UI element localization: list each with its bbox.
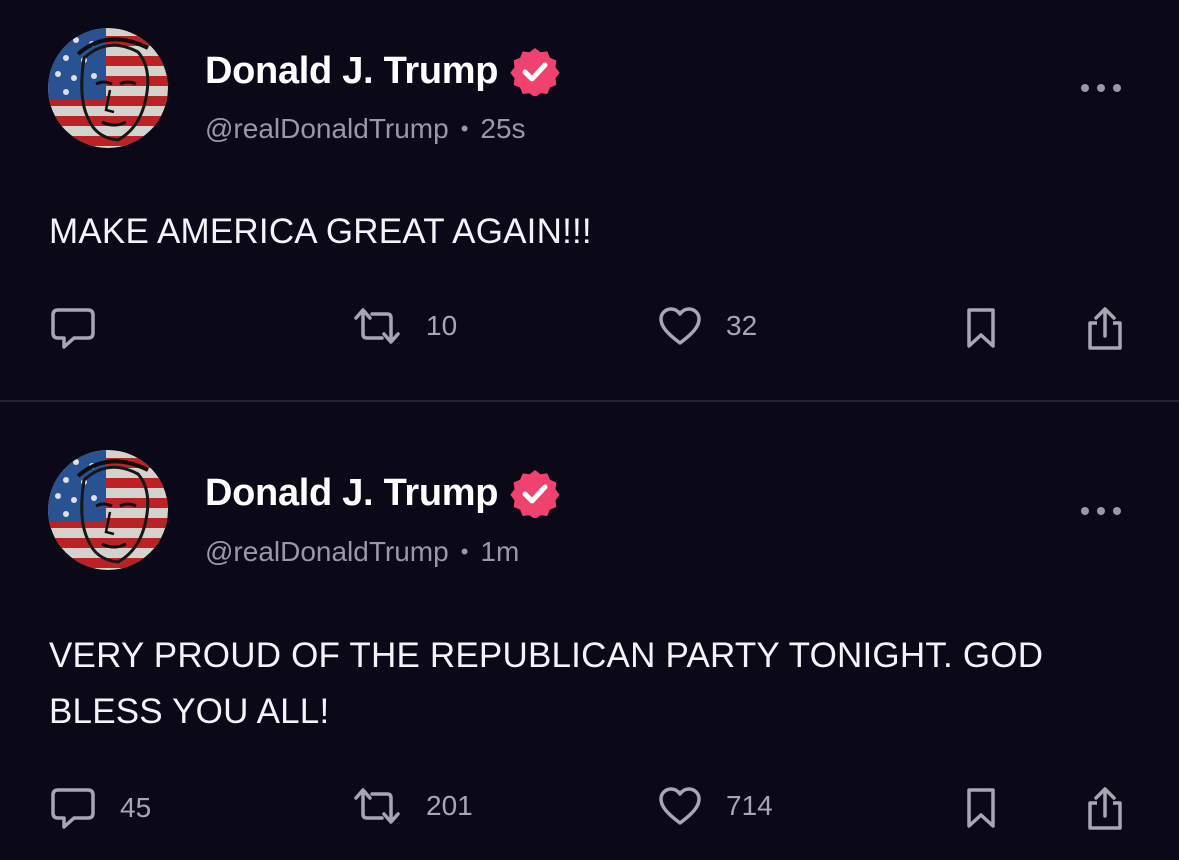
author-row: Donald J. Trump xyxy=(205,468,560,518)
avatar[interactable] xyxy=(48,450,168,570)
author-name[interactable]: Donald J. Trump xyxy=(205,47,499,95)
author-name[interactable]: Donald J. Trump xyxy=(205,469,499,517)
author-row: Donald J. Trump xyxy=(205,46,560,96)
post-text: MAKE AMERICA GREAT AGAIN!!! xyxy=(49,212,592,251)
separator-dot: • xyxy=(460,116,469,141)
share-button[interactable] xyxy=(1084,786,1126,832)
more-options-icon[interactable] xyxy=(1081,505,1121,517)
reply-icon xyxy=(51,788,95,829)
reply-icon xyxy=(51,308,95,349)
separator-dot: • xyxy=(460,539,469,564)
like-icon xyxy=(659,307,701,345)
author-handle[interactable]: @realDonaldTrump xyxy=(205,535,449,569)
post-feed: Donald J. Trump @realDonaldTrump • 25s M… xyxy=(0,0,1179,860)
post-card[interactable]: Donald J. Trump @realDonaldTrump • 1m VE… xyxy=(0,402,1179,860)
like-icon xyxy=(659,787,701,825)
share-icon xyxy=(1088,307,1122,350)
handle-row: @realDonaldTrump • 25s xyxy=(205,112,526,146)
bookmark-icon xyxy=(967,788,995,828)
share-icon xyxy=(1088,787,1122,830)
bookmark-icon xyxy=(967,308,995,348)
like-button[interactable]: 714 xyxy=(658,786,773,826)
like-button[interactable]: 32 xyxy=(658,306,757,346)
reply-count: 45 xyxy=(120,792,152,823)
avatar[interactable] xyxy=(48,28,168,148)
like-count: 32 xyxy=(726,310,758,341)
repost-button[interactable]: 10 xyxy=(352,306,457,346)
like-count: 714 xyxy=(726,790,773,821)
reply-button[interactable] xyxy=(50,306,120,350)
post-time: 1m xyxy=(480,536,520,567)
verified-badge-icon xyxy=(510,468,560,518)
repost-icon xyxy=(354,308,400,344)
post-time: 25s xyxy=(480,113,526,144)
bookmark-button[interactable] xyxy=(964,786,998,830)
author-handle[interactable]: @realDonaldTrump xyxy=(205,112,449,146)
repost-count: 201 xyxy=(426,790,473,821)
repost-button[interactable]: 201 xyxy=(352,786,473,826)
verified-badge-icon xyxy=(510,46,560,96)
post-card[interactable]: Donald J. Trump @realDonaldTrump • 25s M… xyxy=(0,0,1179,400)
reply-button[interactable]: 45 xyxy=(50,786,151,830)
bookmark-button[interactable] xyxy=(964,306,998,350)
share-button[interactable] xyxy=(1084,306,1126,352)
repost-icon xyxy=(354,788,400,824)
post-text: VERY PROUD OF THE REPUBLICAN PARTY TONIG… xyxy=(49,636,1044,731)
handle-row: @realDonaldTrump • 1m xyxy=(205,535,519,569)
repost-count: 10 xyxy=(426,310,458,341)
more-options-icon[interactable] xyxy=(1081,82,1121,94)
